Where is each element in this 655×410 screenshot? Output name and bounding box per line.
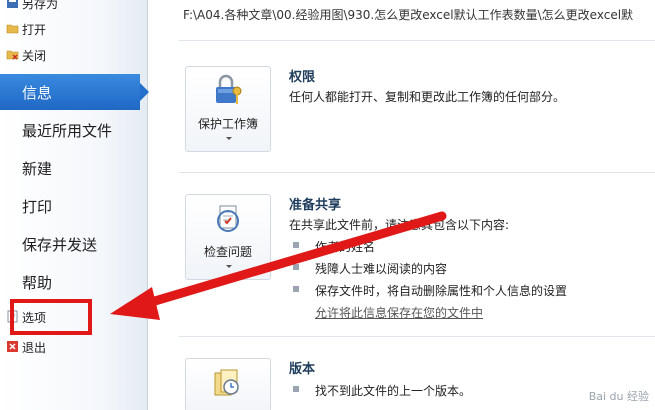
nav-exit-label: 退出 (22, 340, 47, 355)
prepare-item: 残障人士难以阅读的内容 (315, 262, 448, 276)
versions-icon (214, 369, 239, 396)
permissions-title: 权限 (289, 70, 316, 85)
dropdown-caret-icon (226, 137, 232, 140)
allow-save-info-link[interactable]: 允许将此信息保存在您的文件中 (315, 304, 483, 321)
separator (179, 40, 655, 41)
check-issues-button[interactable]: 检查问题 (185, 194, 271, 280)
nav-save-send[interactable]: 保存并发送 (0, 226, 146, 262)
nav-save-as[interactable]: 另存为 (0, 0, 146, 14)
check-issues-label: 检查问题 (203, 245, 252, 259)
prepare-intro: 在共享此文件前，请注意其包含以下内容: (289, 218, 510, 232)
nav-open[interactable]: 打开 (0, 18, 146, 40)
nav-open-label: 打开 (22, 22, 47, 37)
nav-help[interactable]: 帮助 (0, 264, 146, 300)
versions-text: 找不到此文件的上一个版本。 (315, 384, 472, 398)
dropdown-caret-icon (226, 265, 232, 268)
nav-save-as-label: 另存为 (22, 0, 59, 11)
manage-versions-button[interactable] (185, 358, 271, 410)
nav-close[interactable]: 关闭 (0, 44, 146, 66)
nav-print[interactable]: 打印 (0, 188, 146, 224)
prepare-item: 保存文件时，将自动删除属性和个人信息的设置 (315, 284, 568, 298)
separator (179, 172, 655, 173)
bullet (293, 386, 299, 392)
permissions-text: 任何人都能打开、复制和更改此工作簿的任何部分。 (289, 90, 566, 104)
bullet (293, 242, 299, 248)
bullet (293, 264, 299, 270)
nav-recent[interactable]: 最近所用文件 (0, 112, 146, 148)
exit-icon (7, 341, 18, 352)
lock-key-icon (216, 74, 242, 104)
backstage-nav: 另存为 打开 关闭 信息 最近所用文件 新建 打印 保存并发送 帮助 选项 退出 (0, 0, 149, 410)
nav-new[interactable]: 新建 (0, 150, 146, 186)
watermark: Bai du 经验 (588, 390, 649, 403)
nav-close-label: 关闭 (22, 48, 47, 63)
nav-info[interactable]: 信息 (0, 74, 149, 110)
folder-close-icon (6, 50, 19, 60)
folder-open-icon (6, 24, 19, 34)
inspect-document-icon (217, 205, 239, 232)
bullet (293, 286, 299, 292)
info-panel: F:\A04.各种文章\00.经验用图\930.怎么更改excel默认工作表数量… (149, 0, 655, 410)
prepare-item: 作者的姓名 (315, 240, 376, 254)
nav-exit[interactable]: 退出 (0, 336, 146, 358)
separator (179, 336, 655, 337)
save-as-icon (7, 0, 18, 8)
file-path: F:\A04.各种文章\00.经验用图\930.怎么更改excel默认工作表数量… (183, 8, 634, 22)
versions-title: 版本 (289, 362, 316, 377)
prepare-title: 准备共享 (289, 198, 342, 213)
options-highlight-box (10, 299, 92, 335)
protect-workbook-label: 保护工作簿 (197, 117, 258, 131)
protect-workbook-button[interactable]: 保护工作簿 (185, 66, 271, 152)
